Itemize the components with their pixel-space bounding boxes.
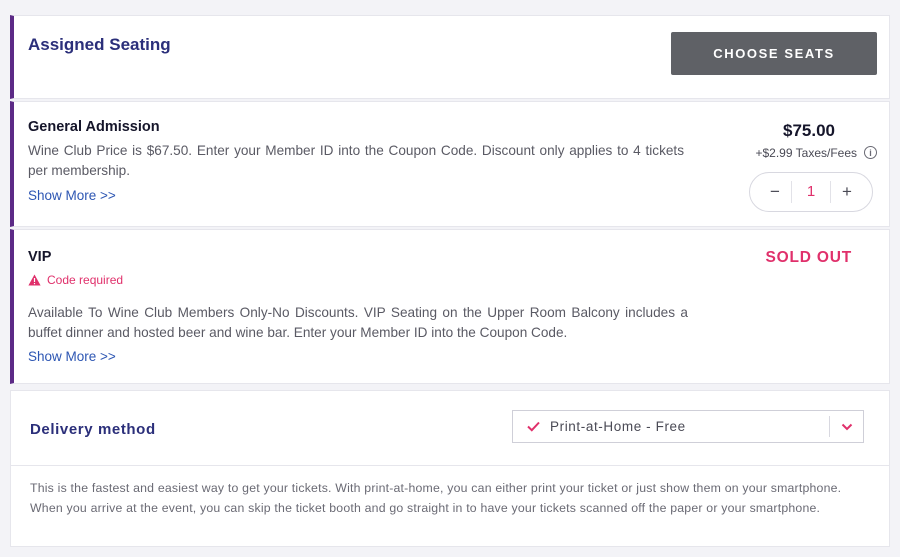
ticket-fees: +$2.99 Taxes/Fees [755,146,857,160]
ticket-vip: VIP Code required Available To Wine Club… [10,229,890,384]
ticket-name: VIP [28,249,52,265]
code-required-text: Code required [47,273,124,287]
quantity-stepper: − 1 + [749,172,873,212]
ticket-description: Available To Wine Club Members Only-No D… [28,305,688,340]
warning-icon [28,274,41,286]
delivery-method-card: Delivery method Print-at-Home - Free Thi… [10,390,890,547]
ticket-general-admission: General Admission Wine Club Price is $67… [10,101,890,227]
increment-button[interactable]: + [838,182,856,202]
delivery-method-label: Delivery method [30,421,156,438]
assigned-seating-card: Assigned Seating CHOOSE SEATS [10,15,890,99]
info-icon[interactable]: i [864,146,877,159]
chevron-down-icon[interactable] [829,416,863,437]
delivery-note: This is the fastest and easiest way to g… [30,481,842,515]
sold-out-badge: SOLD OUT [765,249,852,266]
ticket-price: $75.00 [783,121,835,140]
check-icon [527,421,540,432]
show-more-link[interactable]: Show More >> [28,188,116,203]
choose-seats-button[interactable]: CHOOSE SEATS [671,32,877,75]
ticket-description: Wine Club Price is $67.50. Enter your Me… [28,143,684,178]
decrement-button[interactable]: − [766,182,784,202]
assigned-seating-title: Assigned Seating [28,35,171,54]
ticket-name: General Admission [28,119,160,135]
delivery-method-value: Print-at-Home - Free [550,419,686,434]
code-required-notice: Code required [28,273,123,287]
show-more-link[interactable]: Show More >> [28,349,116,364]
delivery-header: Delivery method Print-at-Home - Free [11,391,889,466]
delivery-method-select[interactable]: Print-at-Home - Free [512,410,864,443]
quantity-value[interactable]: 1 [791,181,831,203]
